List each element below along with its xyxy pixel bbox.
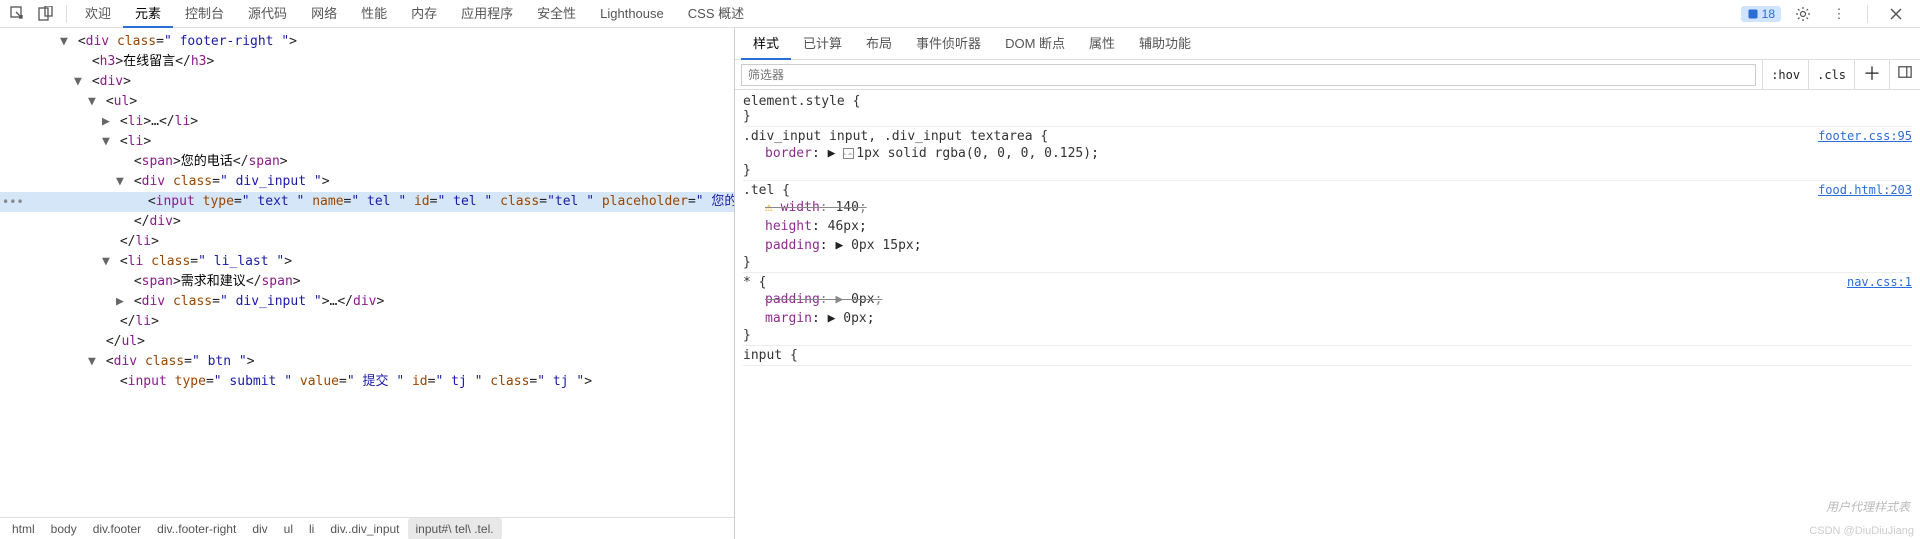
main-tab[interactable]: Lighthouse bbox=[588, 0, 676, 28]
dom-node[interactable]: ▼ <div class=" footer-right "> bbox=[0, 32, 734, 52]
source-link[interactable]: footer.css:95 bbox=[1818, 129, 1912, 143]
expand-arrow-icon[interactable] bbox=[88, 332, 98, 352]
dom-node[interactable]: ▼ <div class=" div_input "> bbox=[0, 172, 734, 192]
hov-toggle[interactable]: :hov bbox=[1762, 60, 1808, 90]
expand-arrow-icon[interactable]: ▼ bbox=[74, 72, 84, 92]
styles-tab[interactable]: 辅助功能 bbox=[1127, 28, 1203, 60]
dom-node[interactable]: ••• <input type=" text " name=" tel " id… bbox=[0, 192, 734, 212]
dom-node[interactable]: ▼ <li class=" li_last "> bbox=[0, 252, 734, 272]
dom-tree[interactable]: ▼ <div class=" footer-right "> <h3>在线留言<… bbox=[0, 28, 734, 517]
main-tab[interactable]: 欢迎 bbox=[73, 0, 123, 28]
styles-tab[interactable]: 已计算 bbox=[791, 28, 854, 60]
css-rule[interactable]: footer.css:95.div_input input, .div_inpu… bbox=[743, 129, 1912, 181]
dom-node[interactable]: <span>需求和建议</span> bbox=[0, 272, 734, 292]
expand-arrow-icon[interactable]: ▶ bbox=[116, 292, 126, 312]
csdn-watermark: CSDN @DiuDiuJiang bbox=[1809, 525, 1914, 537]
source-link[interactable]: food.html:203 bbox=[1818, 183, 1912, 197]
main-tab[interactable]: CSS 概述 bbox=[676, 0, 756, 28]
breadcrumb-item[interactable]: ul bbox=[276, 518, 301, 539]
main-tab[interactable]: 安全性 bbox=[525, 0, 588, 28]
dom-node[interactable]: ▼ <ul> bbox=[0, 92, 734, 112]
dom-node[interactable]: <input type=" submit " value=" 提交 " id="… bbox=[0, 372, 734, 392]
main-tabs: 欢迎元素控制台源代码网络性能内存应用程序安全性LighthouseCSS 概述 bbox=[73, 0, 756, 28]
main-tab[interactable]: 控制台 bbox=[173, 0, 236, 28]
expand-arrow-icon[interactable]: ▼ bbox=[116, 172, 126, 192]
main-tab[interactable]: 网络 bbox=[299, 0, 349, 28]
warning-icon: ⚠ bbox=[765, 200, 773, 215]
color-swatch-icon[interactable] bbox=[843, 148, 854, 159]
elements-panel: ▼ <div class=" footer-right "> <h3>在线留言<… bbox=[0, 28, 735, 539]
expand-arrow-icon[interactable]: ▼ bbox=[102, 252, 112, 272]
inspect-icon[interactable] bbox=[4, 0, 32, 28]
dom-node[interactable]: </li> bbox=[0, 312, 734, 332]
device-toggle-icon[interactable] bbox=[32, 0, 60, 28]
filter-row: :hov .cls ＋ bbox=[735, 60, 1920, 90]
expand-arrow-icon[interactable]: ▼ bbox=[88, 352, 98, 372]
sidebar-toggle-icon[interactable] bbox=[1889, 60, 1920, 90]
main-tab[interactable]: 性能 bbox=[349, 0, 399, 28]
add-rule-icon[interactable]: ＋ bbox=[1854, 60, 1889, 90]
source-link[interactable]: nav.css:1 bbox=[1847, 275, 1912, 289]
user-agent-label: 用户代理样式表 bbox=[1826, 498, 1910, 515]
styles-rules[interactable]: element.style {}footer.css:95.div_input … bbox=[735, 90, 1920, 539]
expand-arrow-icon[interactable] bbox=[130, 192, 140, 212]
expand-arrow-icon[interactable] bbox=[102, 312, 112, 332]
styles-panel: 样式已计算布局事件侦听器DOM 断点属性辅助功能 :hov .cls ＋ ele… bbox=[735, 28, 1920, 539]
breadcrumb-item[interactable]: div..div_input bbox=[322, 518, 407, 539]
breadcrumb: htmlbodydiv.footerdiv..footer-rightdivul… bbox=[0, 517, 734, 539]
expand-arrow-icon[interactable] bbox=[102, 232, 112, 252]
devtools-toolbar: 欢迎元素控制台源代码网络性能内存应用程序安全性LighthouseCSS 概述 … bbox=[0, 0, 1920, 28]
styles-tab[interactable]: 属性 bbox=[1077, 28, 1127, 60]
styles-tab[interactable]: 样式 bbox=[741, 28, 791, 60]
styles-tab[interactable]: 布局 bbox=[854, 28, 904, 60]
dom-node[interactable]: ▶ <li>…</li> bbox=[0, 112, 734, 132]
separator bbox=[1867, 5, 1868, 23]
settings-icon[interactable] bbox=[1789, 0, 1817, 28]
expand-arrow-icon[interactable]: ▼ bbox=[102, 132, 112, 152]
breadcrumb-item[interactable]: html bbox=[4, 518, 43, 539]
more-menu-icon[interactable]: ⋮ bbox=[1825, 0, 1853, 28]
dom-node[interactable]: </li> bbox=[0, 232, 734, 252]
main-tab[interactable]: 源代码 bbox=[236, 0, 299, 28]
dom-node[interactable]: </div> bbox=[0, 212, 734, 232]
breadcrumb-item[interactable]: body bbox=[43, 518, 85, 539]
expand-arrow-icon[interactable] bbox=[102, 372, 112, 392]
expand-arrow-icon[interactable]: ▼ bbox=[88, 92, 98, 112]
dom-node[interactable]: ▼ <div class=" btn "> bbox=[0, 352, 734, 372]
breadcrumb-item[interactable]: div bbox=[244, 518, 275, 539]
issues-badge[interactable]: 18 bbox=[1741, 6, 1781, 22]
main-tab[interactable]: 内存 bbox=[399, 0, 449, 28]
separator bbox=[66, 5, 67, 23]
styles-tabs: 样式已计算布局事件侦听器DOM 断点属性辅助功能 bbox=[735, 28, 1920, 60]
close-icon[interactable] bbox=[1882, 0, 1910, 28]
dom-node[interactable]: ▼ <div> bbox=[0, 72, 734, 92]
dom-node[interactable]: <h3>在线留言</h3> bbox=[0, 52, 734, 72]
breadcrumb-item[interactable]: li bbox=[301, 518, 322, 539]
css-rule[interactable]: nav.css:1* {padding: ▶ 0px;margin: ▶ 0px… bbox=[743, 275, 1912, 346]
styles-tab[interactable]: DOM 断点 bbox=[993, 28, 1077, 60]
expand-arrow-icon[interactable] bbox=[74, 52, 84, 72]
dom-node[interactable]: ▶ <div class=" div_input ">…</div> bbox=[0, 292, 734, 312]
styles-tab[interactable]: 事件侦听器 bbox=[904, 28, 993, 60]
breadcrumb-item[interactable]: div.footer bbox=[85, 518, 149, 539]
breadcrumb-item[interactable]: input#\ tel\ .tel. bbox=[408, 518, 502, 539]
main-tab[interactable]: 元素 bbox=[123, 0, 173, 28]
main-tab[interactable]: 应用程序 bbox=[449, 0, 525, 28]
expand-arrow-icon[interactable] bbox=[116, 152, 126, 172]
expand-arrow-icon[interactable] bbox=[116, 272, 126, 292]
css-rule[interactable]: input { bbox=[743, 348, 1912, 366]
expand-arrow-icon[interactable]: ▼ bbox=[60, 32, 70, 52]
cls-toggle[interactable]: .cls bbox=[1808, 60, 1854, 90]
breadcrumb-item[interactable]: div..footer-right bbox=[149, 518, 244, 539]
dom-node[interactable]: <span>您的电话</span> bbox=[0, 152, 734, 172]
expand-arrow-icon[interactable] bbox=[116, 212, 126, 232]
dom-node[interactable]: </ul> bbox=[0, 332, 734, 352]
expand-arrow-icon[interactable]: ▶ bbox=[102, 112, 112, 132]
css-rule[interactable]: element.style {} bbox=[743, 94, 1912, 127]
issues-count: 18 bbox=[1762, 7, 1775, 21]
css-rule[interactable]: food.html:203.tel {⚠ width: 140;height: … bbox=[743, 183, 1912, 273]
filter-input[interactable] bbox=[741, 64, 1756, 86]
dom-node[interactable]: ▼ <li> bbox=[0, 132, 734, 152]
